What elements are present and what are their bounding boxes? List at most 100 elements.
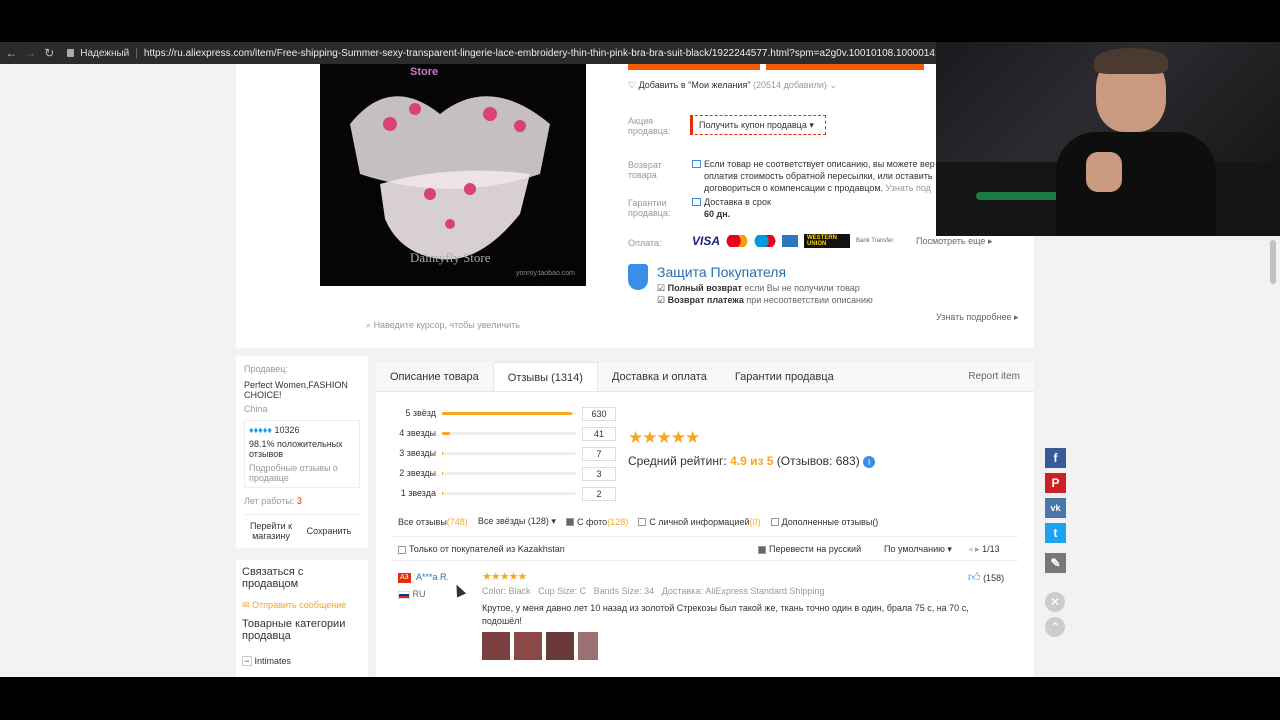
- video-top-letterbox: [0, 0, 1280, 42]
- seller-details-link[interactable]: Подробные отзывы о продавце: [249, 463, 355, 483]
- wishlist-link[interactable]: ♡ Добавить в "Мои желания" (20514 добави…: [628, 80, 837, 91]
- filter-country[interactable]: Только от покупателей из Kazakhstan: [398, 544, 565, 554]
- chevron-down-icon: ⌄: [829, 80, 837, 90]
- rating-row-count: 630: [582, 407, 616, 421]
- check-icon: ☑: [657, 283, 666, 293]
- maestro-icon: [754, 235, 777, 247]
- return-icon: [692, 160, 701, 168]
- heart-icon: ♡: [628, 80, 637, 90]
- tab-guarantees[interactable]: Гарантии продавца: [721, 362, 848, 391]
- reload-icon[interactable]: ↻: [42, 46, 57, 60]
- review-photo[interactable]: [482, 632, 510, 660]
- add-to-cart-button[interactable]: [766, 64, 924, 70]
- mail-icon: ✉: [242, 600, 250, 610]
- send-message-link[interactable]: ✉ Отправить сообщение: [242, 600, 362, 611]
- tab-description[interactable]: Описание товара: [376, 362, 493, 391]
- filter-all[interactable]: Все отзывы(748): [398, 517, 468, 527]
- seller-name[interactable]: Perfect Women,FASHION CHOICE!: [244, 380, 360, 400]
- forward-icon[interactable]: →: [23, 46, 38, 60]
- rating-row-count: 2: [582, 487, 616, 501]
- rating-row-count: 41: [582, 427, 616, 441]
- tab-shipping[interactable]: Доставка и оплата: [598, 362, 721, 391]
- close-icon[interactable]: ✕: [1045, 592, 1065, 612]
- search-icon: ⌕: [366, 320, 372, 330]
- back-icon[interactable]: ←: [4, 46, 19, 60]
- review-country: RU: [398, 589, 426, 599]
- tab-reviews[interactable]: Отзывы (1314): [492, 362, 598, 391]
- seller-rating-box: ♦♦♦♦♦ 10326 98.1% положительных отзывов …: [244, 420, 360, 488]
- scroll-top-icon[interactable]: ⌃: [1045, 617, 1065, 637]
- goto-store-button[interactable]: Перейти к магазину: [244, 521, 298, 541]
- visa-icon: VISA: [692, 234, 721, 248]
- review-text: Крутое, у меня давно лет 10 назад из зол…: [482, 603, 969, 626]
- pinterest-share-icon[interactable]: P: [1045, 473, 1066, 493]
- reviews-panel: Описание товара Отзывы (1314) Доставка и…: [376, 362, 1034, 677]
- filter-stars[interactable]: Все звёзды (128) ▾: [478, 516, 556, 527]
- amex-icon: [782, 235, 799, 247]
- buy-now-button[interactable]: [628, 64, 760, 70]
- product-card: Store Daintyfly Store yonroy.taobao.com …: [236, 64, 1034, 348]
- image-site-watermark: yonroy.taobao.com: [516, 270, 576, 277]
- sort-select[interactable]: По умолчанию ▾: [884, 544, 952, 555]
- video-bottom-letterbox: [0, 677, 1280, 720]
- twitter-share-icon[interactable]: t: [1045, 523, 1066, 543]
- product-image[interactable]: Store Daintyfly Store yonroy.taobao.com: [320, 64, 586, 286]
- translate-toggle[interactable]: Перевести на русский: [758, 544, 861, 554]
- review-user[interactable]: A***a R.: [416, 572, 449, 582]
- scrollbar[interactable]: [1270, 240, 1276, 284]
- rating-row-bar: [442, 432, 576, 435]
- rating-row-label[interactable]: 1 звезда: [376, 488, 436, 498]
- rating-row-count: 3: [582, 467, 616, 481]
- minus-icon: −: [242, 656, 252, 666]
- coupon-button[interactable]: Получить купон продавца ▾: [690, 115, 826, 135]
- return-label: Возврат товара: [628, 160, 662, 180]
- protection-title: Защита Покупателя: [657, 264, 787, 280]
- return-policy: Если товар не соответствует описанию, вы…: [704, 159, 935, 193]
- western-union-icon: WESTERN UNION: [804, 234, 851, 248]
- helpful-button[interactable]: 👍︎ (158): [968, 570, 1004, 585]
- rating-row-bar: [442, 492, 576, 495]
- average-stars: ★★★★★: [628, 428, 700, 447]
- rating-row-label[interactable]: 2 звезды: [376, 468, 436, 478]
- payment-methods: VISA WESTERN UNION Bank Transfer: [692, 234, 896, 248]
- vk-share-icon[interactable]: vk: [1045, 498, 1066, 518]
- rating-row-count: 7: [582, 447, 616, 461]
- rating-row-bar: [442, 472, 576, 475]
- facebook-share-icon[interactable]: f: [1045, 448, 1066, 468]
- review-photo[interactable]: [578, 632, 598, 660]
- guarantee-label: Гарантии продавца:: [628, 198, 671, 218]
- delivery-guarantee: Доставка в срок 60 дн.: [704, 197, 771, 219]
- url-text[interactable]: https://ru.aliexpress.com/item/Free-ship…: [144, 48, 936, 59]
- report-item-link[interactable]: Report item: [954, 362, 1034, 391]
- rating-row-label[interactable]: 4 звезды: [376, 428, 436, 438]
- filter-bar: Все отзывы(748) Все звёзды (128) ▾ С фот…: [398, 516, 1016, 527]
- learn-more-link[interactable]: Узнать подробнее ▸: [936, 312, 1019, 323]
- payment-more-link[interactable]: Посмотреть еще ▸: [916, 236, 992, 247]
- edit-icon[interactable]: ✎: [1045, 553, 1066, 573]
- image-watermark: Store: [410, 66, 439, 78]
- next-page-icon[interactable]: ▸: [975, 544, 980, 554]
- filter-photo[interactable]: С фото(128): [565, 517, 628, 527]
- save-store-button[interactable]: Сохранить: [298, 521, 360, 541]
- category-item[interactable]: − Intimates: [242, 656, 362, 666]
- contact-title: Связаться с продавцом: [242, 566, 304, 590]
- categories-card: Товарные категории продавца − Intimates: [236, 612, 368, 677]
- rating-row-bar: [442, 452, 576, 455]
- diamond-icons: ♦♦♦♦♦: [249, 425, 272, 435]
- rating-row-bar: [442, 412, 576, 415]
- browser-address-bar: ← → ↻ Надежный | https://ru.aliexpress.c…: [0, 42, 936, 64]
- review-photo[interactable]: [514, 632, 542, 660]
- image-store-watermark: Daintyfly Store: [410, 250, 491, 265]
- lock-icon: [66, 49, 75, 57]
- filter-personal[interactable]: С личной информацией(0): [638, 517, 761, 527]
- promo-label: Акция продавца:: [628, 116, 671, 136]
- prev-page-icon[interactable]: ◂: [968, 544, 973, 554]
- mastercard-icon: [726, 235, 749, 247]
- review-photo[interactable]: [546, 632, 574, 660]
- rating-row-label[interactable]: 3 звезды: [376, 448, 436, 458]
- thumbs-up-icon: 👍︎: [968, 570, 981, 584]
- user-badge: A3: [398, 573, 411, 583]
- info-icon[interactable]: i: [863, 456, 876, 468]
- rating-row-label[interactable]: 5 звёзд: [376, 408, 436, 418]
- filter-extra[interactable]: Дополненные отзывы(): [770, 517, 878, 527]
